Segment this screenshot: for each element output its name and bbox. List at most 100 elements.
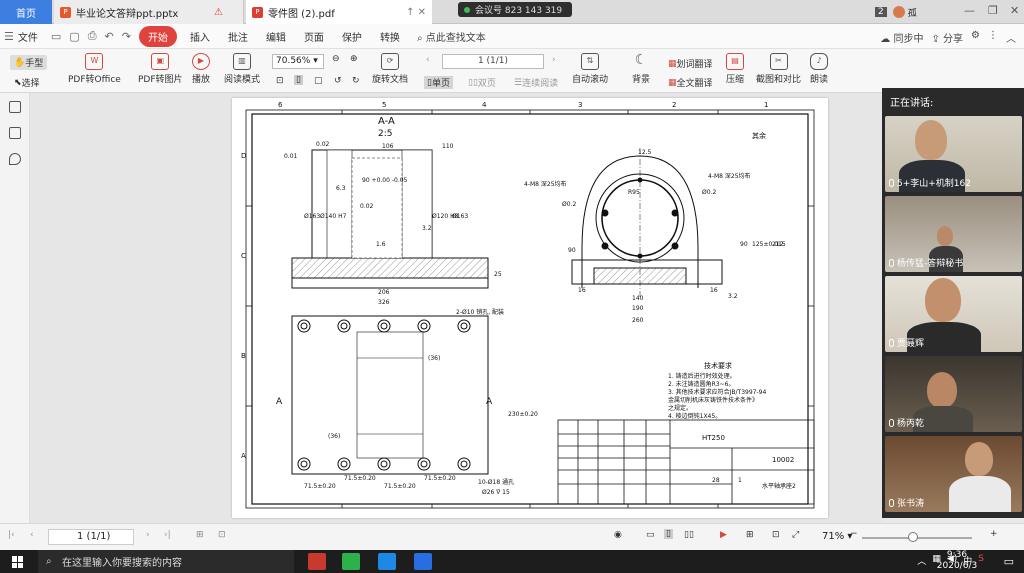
menu-file[interactable]: 文件 <box>18 29 47 44</box>
background-button[interactable]: ☾ 背景 <box>632 53 650 85</box>
play-button[interactable]: ▶ 播放 <box>192 53 210 85</box>
video-tile-1[interactable]: 5+李山+机制162 <box>885 116 1022 192</box>
add-page-icon[interactable]: ⊞ <box>196 530 204 540</box>
read-mode-button[interactable]: ▥ 阅读模式 <box>224 53 260 85</box>
wechat-app-icon[interactable] <box>342 553 360 570</box>
play-slideshow-icon[interactable]: ▶ <box>720 530 727 540</box>
word-translate-button[interactable]: ▦ 划词翻译 <box>668 57 713 71</box>
last-page-icon[interactable]: ›| <box>164 530 171 540</box>
chevron-up-icon[interactable]: ︿ <box>917 554 926 567</box>
share-button[interactable]: ⇪ 分享 <box>931 30 963 45</box>
zoom-in-icon[interactable]: ⊕ <box>350 54 358 64</box>
menu-protect[interactable]: 保护 <box>333 29 371 44</box>
tab-home[interactable]: 首页 <box>0 0 52 24</box>
continuous-button[interactable]: ☰ 连续阅读 <box>514 76 558 90</box>
minimize-icon[interactable]: — <box>964 4 975 17</box>
video-tile-3[interactable]: 贾聂辉 <box>885 276 1022 352</box>
fit-icon[interactable]: ⊡ <box>218 530 226 540</box>
compress-button[interactable]: ▤ 压缩 <box>726 53 744 85</box>
next-page-icon[interactable]: › <box>552 55 556 65</box>
document-canvas[interactable]: A-A 2:5 其余 106 110 90 +0.00 -0.05 Ø163 Ø… <box>30 93 882 523</box>
tab-pptx[interactable]: P 毕业论文答辩ppt.pptx ⚠ <box>54 0 244 24</box>
pdf-to-image-button[interactable]: ▣ PDF转图片 <box>138 53 183 85</box>
zoom-out-icon[interactable]: ⊖ <box>332 54 340 64</box>
taskbar-search[interactable]: ⌕ 在这里输入你要搜索的内容 <box>38 550 294 573</box>
video-tile-4[interactable]: 杨丙乾 <box>885 356 1022 432</box>
rotate-left-icon[interactable]: ↺ <box>334 76 342 86</box>
page-number-value: 1 (1/1) <box>477 56 509 66</box>
close-tab-icon[interactable]: ↑ ✕ <box>406 7 426 18</box>
restore-icon[interactable]: ❐ <box>988 4 998 17</box>
eye-icon[interactable]: ◉ <box>614 530 622 540</box>
first-page-icon[interactable]: |‹ <box>8 530 15 540</box>
image-icon[interactable] <box>9 127 21 139</box>
read-aloud-button[interactable]: ♪ 朗读 <box>810 53 828 85</box>
prev-page-icon[interactable]: ‹ <box>426 55 430 65</box>
compress-icon: ▤ <box>726 53 744 70</box>
grid-col-2: 2 <box>672 101 676 109</box>
close-window-icon[interactable]: ✕ <box>1010 4 1019 17</box>
notification-icon[interactable]: ▭ <box>1004 555 1014 568</box>
fullscreen-icon[interactable]: ⤢ <box>792 530 799 540</box>
print-icon[interactable]: ⎙ <box>84 29 101 43</box>
fit-width-icon[interactable]: ⊡ <box>276 76 284 86</box>
zoom-slider-knob[interactable] <box>908 532 918 542</box>
meeting-id-pill[interactable]: 会议号 823 143 319 <box>458 2 572 17</box>
actual-size-icon[interactable]: ▢ <box>314 76 323 86</box>
rotate-right-icon[interactable]: ↻ <box>352 76 360 86</box>
collapse-icon[interactable]: ︿ <box>1006 30 1016 45</box>
video-tile-2[interactable]: 杨传猛-答辩秘书 <box>885 196 1022 272</box>
video-tile-5[interactable]: 张书涛 <box>885 436 1022 512</box>
open-icon[interactable]: ▭ <box>47 30 65 43</box>
redo-icon[interactable]: ↷ <box>118 30 135 43</box>
single-page-label: 单页 <box>431 79 450 89</box>
auto-scroll-button[interactable]: ⇅ 自动滚动 <box>572 53 608 85</box>
wps-pdf-app-icon[interactable] <box>308 553 326 570</box>
zoom-input[interactable]: 70.56% ▾ <box>272 54 324 69</box>
meeting-app-icon[interactable] <box>378 553 396 570</box>
next-page-icon[interactable]: › <box>146 530 150 540</box>
more-icon[interactable]: ⋮ <box>988 30 998 45</box>
double-page-button[interactable]: ▯▯ 双页 <box>468 76 496 90</box>
sync-button[interactable]: ☁ 同步中 <box>880 30 923 45</box>
menu-convert[interactable]: 转换 <box>371 29 409 44</box>
zoom-in-icon[interactable]: + <box>990 529 998 539</box>
menu-page[interactable]: 页面 <box>295 29 333 44</box>
windows-start-icon[interactable] <box>12 556 24 568</box>
wps-writer-app-icon[interactable] <box>414 553 432 570</box>
fit-page-icon[interactable]: ⊡ <box>772 530 780 540</box>
tab-pdf[interactable]: P 零件图 (2).pdf ↑ ✕ <box>246 0 432 24</box>
fit-page-icon[interactable]: ▯ <box>294 75 303 85</box>
zoom-percentage[interactable]: 71% ▾ <box>822 531 852 542</box>
menu-annotate[interactable]: 批注 <box>219 29 257 44</box>
user-chip[interactable]: 2 孤 <box>875 4 917 20</box>
pdf-to-office-button[interactable]: W PDF转Office <box>68 53 121 85</box>
select-tool[interactable]: ⬉ 选择 <box>14 76 40 90</box>
save-icon[interactable]: ▢ <box>65 30 83 43</box>
single-page-button[interactable]: ▯ 单页 <box>424 76 453 89</box>
double-view-icon[interactable]: ▯▯ <box>684 530 694 540</box>
thumbnail-icon[interactable] <box>9 101 21 113</box>
layout-icon[interactable]: ⊞ <box>746 530 754 540</box>
full-translate-button[interactable]: ▦ 全文翻译 <box>668 76 713 90</box>
hand-tool[interactable]: ✋ 手型 <box>10 55 48 70</box>
clock[interactable]: 9:36 2020/6/3 <box>932 550 982 572</box>
undo-icon[interactable]: ↶ <box>101 30 118 43</box>
screenshot-button[interactable]: ✂ 截图和对比 <box>756 53 801 85</box>
menu-edit[interactable]: 编辑 <box>257 29 295 44</box>
stamp-icon[interactable] <box>9 153 21 165</box>
search-command[interactable]: ⌕ 点此查找文本 <box>417 29 486 44</box>
menu-start[interactable]: 开始 <box>138 25 177 47</box>
single-view-icon[interactable]: ▭ <box>646 530 655 540</box>
book-icon: ▥ <box>233 53 251 70</box>
page-number-input[interactable]: 1 (1/1) <box>442 54 544 69</box>
menu-insert[interactable]: 插入 <box>181 29 219 44</box>
hamburger-icon[interactable]: ☰ <box>0 30 18 43</box>
prev-page-icon[interactable]: ‹ <box>30 530 34 540</box>
settings-icon[interactable]: ⚙ <box>971 30 980 45</box>
rotate-doc-button[interactable]: ⟳ 旋转文档 <box>372 53 408 85</box>
zoom-out-icon[interactable]: − <box>850 529 858 539</box>
page-view-icon[interactable]: ▯ <box>664 529 673 539</box>
status-page-input[interactable]: 1 (1/1) <box>48 529 134 545</box>
video-panel: 正在讲话: 5+李山+机制162 杨传猛-答辩秘书 贾聂辉 杨丙乾 张书涛 <box>882 88 1024 518</box>
